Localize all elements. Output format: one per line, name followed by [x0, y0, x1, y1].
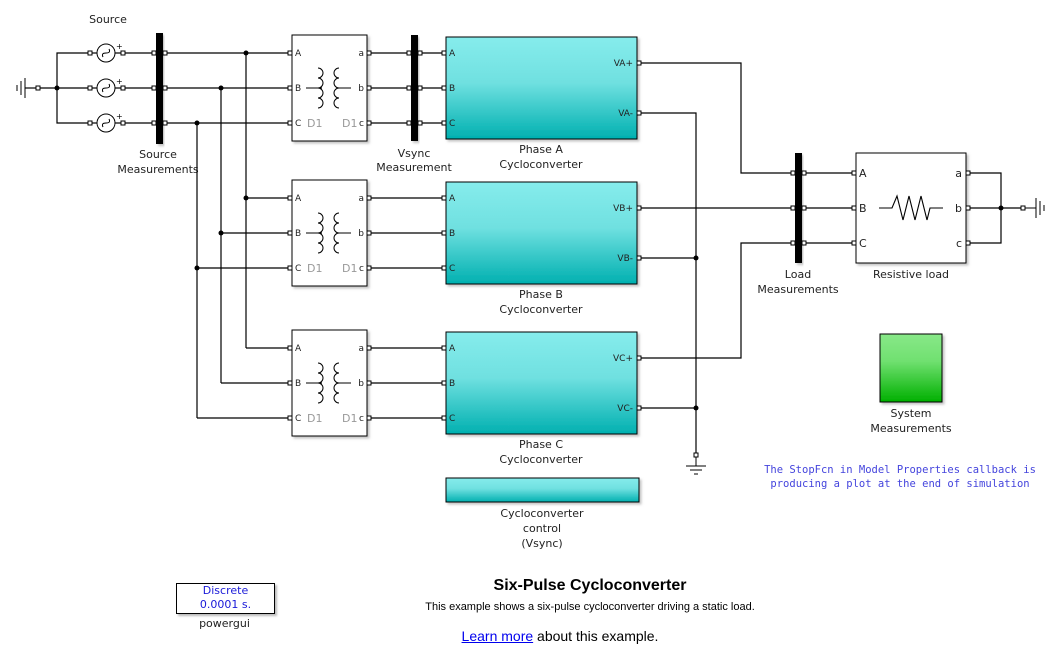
minus-port-label: VB- — [617, 254, 633, 264]
winding-label: D1 — [342, 117, 357, 130]
port-label: A — [859, 167, 867, 180]
vsync-measurement-block[interactable] — [406, 35, 423, 141]
learn-more-line: Learn more about this example. — [380, 628, 740, 644]
port-label: a — [358, 49, 364, 59]
port-label: C — [295, 264, 301, 274]
transformer-block-1[interactable]: AaB bC cD1 D1 — [287, 34, 372, 142]
port-label: A — [449, 344, 456, 354]
port-label: a — [358, 344, 364, 354]
load-measurements-block[interactable] — [790, 153, 807, 263]
powergui-sample-time: 0.0001 s. — [199, 598, 252, 611]
port-label: C — [449, 119, 455, 129]
port-label: c — [956, 237, 962, 250]
source-label: Source — [89, 13, 127, 26]
cycloconverter-a-block[interactable]: A B C VA+ VA- — [441, 36, 642, 140]
vsync-label-2: Measurement — [376, 161, 452, 174]
note-line-1: The StopFcn in Model Properties callback… — [764, 464, 1036, 476]
port-label: A — [449, 49, 456, 59]
winding-label: D1 — [307, 262, 322, 275]
minus-port-label: VA- — [618, 109, 633, 119]
cyclo-label-2: Cycloconverter — [499, 158, 583, 171]
cycloconverter-c-block[interactable]: A B C VC+ VC- — [441, 331, 642, 435]
port-label: A — [295, 344, 302, 354]
powergui-label: powergui — [199, 617, 250, 630]
port-label: a — [358, 194, 364, 204]
system-meas-label-1: System — [890, 407, 931, 420]
voltage-source-b[interactable]: + — [87, 77, 126, 98]
svg-text:+: + — [116, 112, 123, 121]
voltage-source-c[interactable]: + — [87, 112, 126, 133]
svg-text:+: + — [116, 42, 123, 51]
port-label: b — [358, 84, 364, 94]
powergui-mode: Discrete — [202, 584, 249, 597]
port-label: B — [295, 229, 301, 239]
circuit-diagram: Source + + + Source Measurements A aB bC… — [16, 13, 1045, 550]
port-label: B — [859, 202, 867, 215]
voltage-source-a[interactable]: + — [87, 42, 126, 63]
source-meas-label-1: Source — [139, 148, 177, 161]
port-label: C — [295, 119, 301, 129]
port-label: c — [359, 264, 364, 274]
port-label: a — [955, 167, 962, 180]
winding-label: D1 — [307, 117, 322, 130]
port-label: c — [359, 414, 364, 424]
note-line-2: producing a plot at the end of simulatio… — [770, 478, 1030, 490]
source-measurements-block[interactable] — [151, 33, 168, 144]
port-label: A — [449, 194, 456, 204]
cycloconverter-control-block[interactable] — [445, 477, 640, 503]
port-label: C — [859, 237, 867, 250]
load-meas-label-2: Measurements — [757, 283, 839, 296]
control-label-2: control — [523, 522, 561, 535]
port-label: A — [295, 49, 302, 59]
transformer-block-3[interactable]: AaB bC cD1 D1 — [287, 329, 372, 437]
port-label: C — [449, 414, 455, 424]
cyclo-label-1: Phase C — [519, 438, 563, 451]
page-description: This example shows a six-pulse cycloconv… — [425, 601, 755, 613]
ground-icon-bottom — [686, 452, 706, 475]
port-label: b — [358, 379, 364, 389]
winding-label: D1 — [342, 262, 357, 275]
powergui-block[interactable]: Discrete 0.0001 s. — [176, 583, 275, 614]
load-meas-label-1: Load — [785, 268, 811, 281]
cyclo-label-2: Cycloconverter — [499, 303, 583, 316]
learn-more-suffix: about this example. — [533, 628, 659, 644]
stopfcn-note: The StopFcn in Model Properties callback… — [745, 463, 1055, 491]
port-label: C — [449, 264, 455, 274]
winding-label: D1 — [342, 412, 357, 425]
control-label-3: (Vsync) — [521, 537, 562, 550]
plus-port-label: VC+ — [613, 354, 633, 364]
source-meas-label-2: Measurements — [117, 163, 199, 176]
port-label: B — [449, 84, 455, 94]
cyclo-label-1: Phase B — [519, 288, 563, 301]
winding-label: D1 — [307, 412, 322, 425]
cyclo-label-1: Phase A — [519, 143, 563, 156]
port-label: A — [295, 194, 302, 204]
port-label: B — [449, 229, 455, 239]
ground-icon-right — [1020, 198, 1045, 218]
port-label: B — [295, 84, 301, 94]
port-label: c — [359, 119, 364, 129]
cycloconverter-b-block[interactable]: A B C VB+ VB- — [441, 181, 642, 285]
system-measurements-block[interactable] — [879, 333, 943, 403]
vsync-label-1: Vsync — [398, 147, 431, 160]
plus-port-label: VB+ — [613, 204, 633, 214]
port-label: b — [955, 202, 962, 215]
minus-port-label: VC- — [617, 404, 633, 414]
port-label: B — [295, 379, 301, 389]
port-label: b — [358, 229, 364, 239]
transformer-block-2[interactable]: AaB bC cD1 D1 — [287, 179, 372, 287]
system-meas-label-2: Measurements — [870, 422, 952, 435]
port-label: C — [295, 414, 301, 424]
learn-more-link[interactable]: Learn more — [462, 628, 534, 644]
svg-text:+: + — [116, 77, 123, 86]
cyclo-label-2: Cycloconverter — [499, 453, 583, 466]
port-label: B — [449, 379, 455, 389]
page-title: Six-Pulse Cycloconverter — [493, 577, 687, 594]
resistive-load-block[interactable]: A B C a b c — [851, 152, 971, 264]
control-label-1: Cycloconverter — [500, 507, 584, 520]
ground-icon-left — [16, 78, 41, 98]
plus-port-label: VA+ — [614, 59, 633, 69]
resistive-load-label: Resistive load — [873, 268, 949, 281]
